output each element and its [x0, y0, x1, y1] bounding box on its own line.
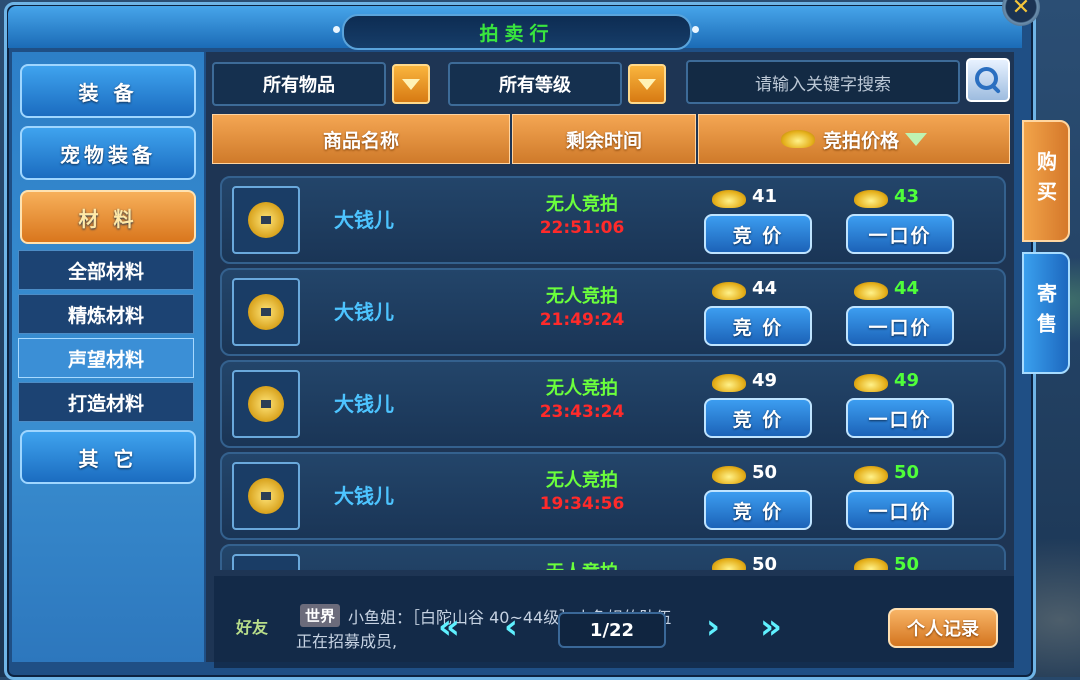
- search-button[interactable]: [966, 58, 1010, 102]
- header-remaining-time: 剩余时间: [512, 114, 696, 164]
- buyout-price: 49: [894, 370, 920, 391]
- buyout-button[interactable]: 一口价: [846, 490, 954, 530]
- listing-row: 大钱儿 无人竞拍 19:34:56 50 50 竞 价 一口价: [220, 452, 1006, 540]
- buyout-price: 50: [894, 554, 920, 570]
- gold-ingot-icon: [854, 558, 888, 570]
- item-name[interactable]: 大钱儿: [334, 296, 394, 325]
- bid-button[interactable]: 竞 价: [704, 398, 812, 438]
- copper-coin-icon: [248, 386, 284, 422]
- first-page-icon[interactable]: «: [438, 610, 460, 644]
- world-channel-tag: 世界: [300, 604, 341, 627]
- last-page-icon[interactable]: »: [760, 610, 782, 644]
- gold-ingot-icon: [712, 190, 746, 208]
- item-slot[interactable]: [232, 554, 300, 570]
- chevron-down-icon: [402, 78, 420, 90]
- level-dropdown-button[interactable]: [628, 64, 666, 104]
- bid-status: 无人竞拍: [546, 470, 618, 491]
- item-name[interactable]: 大钱儿: [334, 480, 394, 509]
- bid-status: 无人竞拍: [546, 286, 618, 307]
- header-item-name: 商品名称: [212, 114, 510, 164]
- listing-row: 无人竞拍 50 50: [220, 544, 1006, 570]
- gold-ingot-icon: [854, 282, 888, 300]
- search-input[interactable]: 请输入关键字搜索: [686, 60, 960, 104]
- item-slot[interactable]: [232, 278, 300, 346]
- bid-price: 41: [752, 186, 778, 207]
- header-price-label: 竞拍价格: [822, 129, 899, 152]
- title-ornament: [333, 26, 340, 33]
- bid-status: 无人竞拍: [522, 558, 642, 570]
- subcategory-reputation-materials[interactable]: 声望材料: [18, 338, 194, 378]
- title-ornament: [692, 26, 699, 33]
- search-icon: [974, 66, 998, 90]
- gold-ingot-icon: [854, 466, 888, 484]
- listing-list[interactable]: 大钱儿 无人竞拍 22:51:06 41 43 竞 价 一口价 大钱儿 无人竞拍…: [212, 168, 1008, 570]
- listing-row: 大钱儿 无人竞拍 22:51:06 41 43 竞 价 一口价: [220, 176, 1006, 264]
- tab-buy[interactable]: 购买: [1022, 120, 1070, 242]
- category-equipment-button[interactable]: 装 备: [20, 64, 196, 118]
- bid-button[interactable]: 竞 价: [704, 306, 812, 346]
- bid-price: 50: [752, 462, 778, 483]
- next-page-icon[interactable]: ›: [706, 610, 720, 644]
- window-title: 拍卖行: [479, 22, 555, 45]
- chat-message: 正在招募成员,: [296, 632, 398, 651]
- remaining-time: 23:43:24: [539, 402, 625, 422]
- subcategory-crafting-materials[interactable]: 打造材料: [18, 382, 194, 422]
- tab-sell[interactable]: 寄售: [1022, 252, 1070, 374]
- category-materials-button[interactable]: 材 料: [20, 190, 196, 244]
- bid-price: 50: [752, 554, 778, 570]
- buyout-price: 50: [894, 462, 920, 483]
- category-other-button[interactable]: 其 它: [20, 430, 196, 484]
- item-slot[interactable]: [232, 186, 300, 254]
- buyout-price: 44: [894, 278, 920, 299]
- subcategory-refining-materials[interactable]: 精炼材料: [18, 294, 194, 334]
- page-indicator: 1/22: [558, 612, 666, 648]
- gold-ingot-icon: [712, 466, 746, 484]
- bid-button[interactable]: 竞 价: [704, 214, 812, 254]
- item-type-dropdown-button[interactable]: [392, 64, 430, 104]
- gold-ingot-icon: [780, 130, 815, 148]
- bid-price: 44: [752, 278, 778, 299]
- item-name[interactable]: 大钱儿: [334, 204, 394, 233]
- listing-row: 大钱儿 无人竞拍 21:49:24 44 44 竞 价 一口价: [220, 268, 1006, 356]
- remaining-time: 21:49:24: [539, 310, 625, 330]
- copper-coin-icon: [248, 202, 284, 238]
- buyout-price: 43: [894, 186, 920, 207]
- bid-button[interactable]: 竞 价: [704, 490, 812, 530]
- gold-ingot-icon: [712, 282, 746, 300]
- item-slot[interactable]: [232, 462, 300, 530]
- friends-label[interactable]: 好友: [236, 614, 268, 638]
- gold-ingot-icon: [854, 190, 888, 208]
- bid-status: 无人竞拍: [546, 194, 618, 215]
- remaining-time: 22:51:06: [539, 218, 625, 238]
- item-type-filter[interactable]: 所有物品: [212, 62, 386, 106]
- item-name[interactable]: 大钱儿: [334, 388, 394, 417]
- gold-ingot-icon: [854, 374, 888, 392]
- bid-status: 无人竞拍: [546, 378, 618, 399]
- chevron-down-icon: [638, 78, 656, 90]
- listing-row: 大钱儿 无人竞拍 23:43:24 49 49 竞 价 一口价: [220, 360, 1006, 448]
- level-filter[interactable]: 所有等级: [448, 62, 622, 106]
- header-price-sort[interactable]: 竞拍价格: [698, 114, 1010, 164]
- personal-record-button[interactable]: 个人记录: [888, 608, 998, 648]
- buyout-button[interactable]: 一口价: [846, 214, 954, 254]
- item-slot[interactable]: [232, 370, 300, 438]
- copper-coin-icon: [248, 294, 284, 330]
- bid-price: 49: [752, 370, 778, 391]
- title-plate: 拍卖行: [342, 14, 692, 50]
- remaining-time: 19:34:56: [539, 494, 625, 514]
- subcategory-all-materials[interactable]: 全部材料: [18, 250, 194, 290]
- category-pet-equipment-button[interactable]: 宠物装备: [20, 126, 196, 180]
- close-icon: ✕: [1011, 0, 1031, 20]
- gold-ingot-icon: [712, 558, 746, 570]
- copper-coin-icon: [248, 478, 284, 514]
- sort-descending-icon: [905, 132, 927, 146]
- buyout-button[interactable]: 一口价: [846, 398, 954, 438]
- gold-ingot-icon: [712, 374, 746, 392]
- prev-page-icon[interactable]: ‹: [504, 610, 518, 644]
- buyout-button[interactable]: 一口价: [846, 306, 954, 346]
